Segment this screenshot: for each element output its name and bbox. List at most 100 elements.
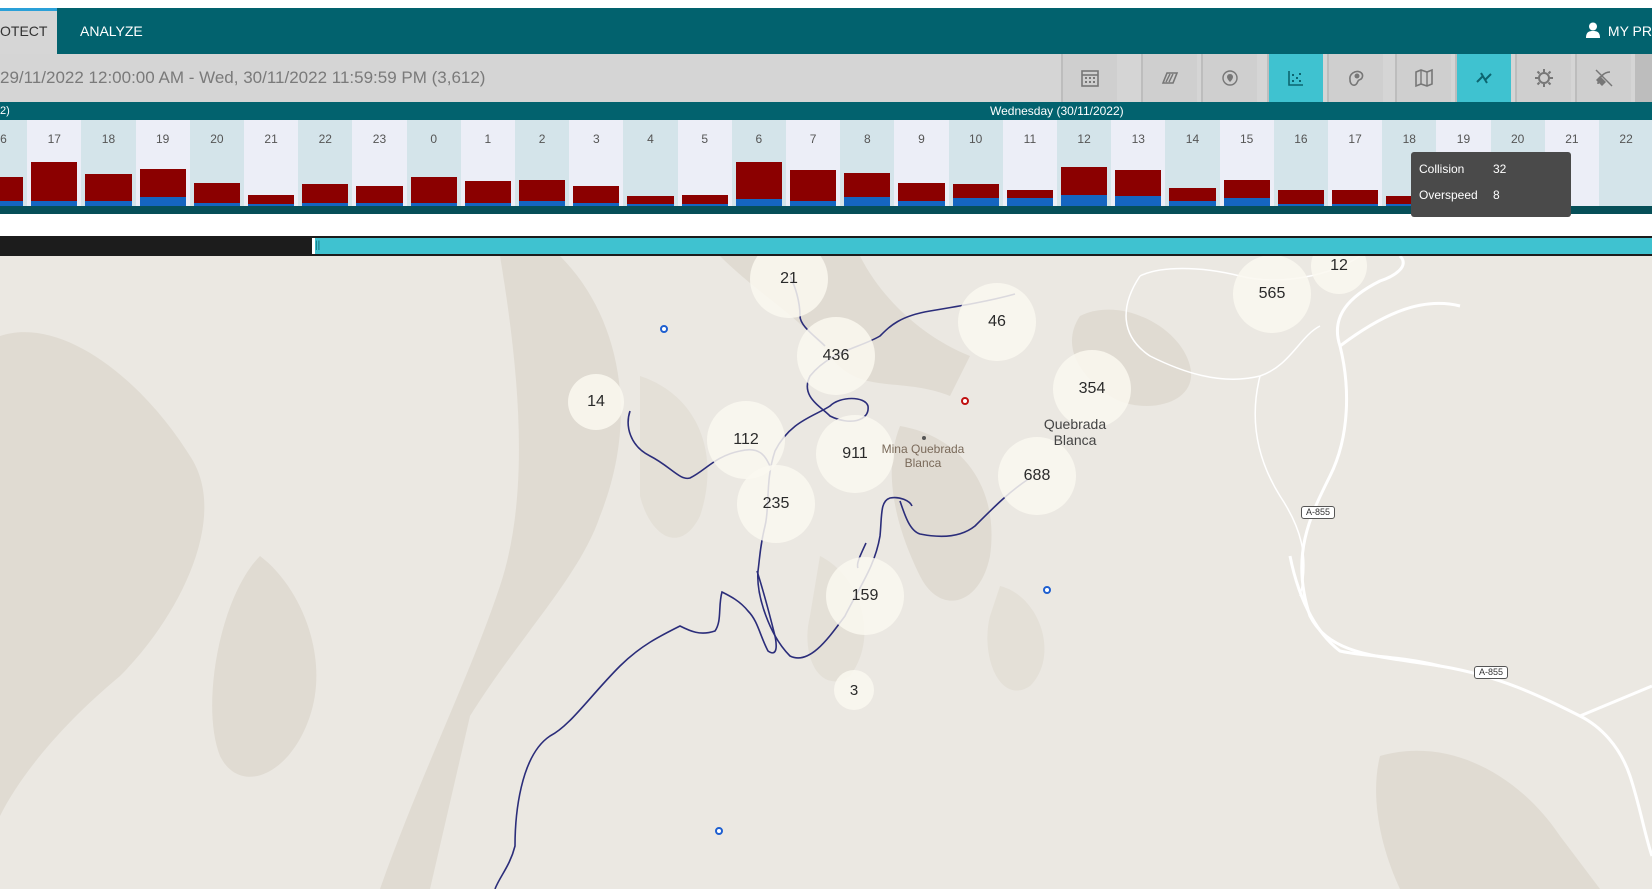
hour-chart-baseline <box>0 206 1652 214</box>
hour-column[interactable]: 7 <box>786 120 841 206</box>
hour-label: 20 <box>210 132 224 146</box>
tab-protect[interactable]: OTECT <box>0 8 57 54</box>
hour-column[interactable]: 21 <box>244 120 299 206</box>
map-icon <box>1415 68 1433 88</box>
scatter-chart-icon <box>1288 71 1303 86</box>
hour-column[interactable]: 5 <box>677 120 732 206</box>
overspeed-bar[interactable] <box>735 198 782 206</box>
event-pin[interactable] <box>660 325 668 333</box>
location-pin-icon <box>1222 70 1238 86</box>
overspeed-bar[interactable] <box>139 196 186 206</box>
tooltip-overspeed-value: 8 <box>1493 188 1500 202</box>
hour-column[interactable]: 22 <box>298 120 353 206</box>
scatter-chart-button[interactable] <box>1267 54 1323 102</box>
tooltip-collision-value: 32 <box>1493 162 1507 176</box>
hour-label: 16 <box>1294 132 1308 146</box>
tab-analyze[interactable]: ANALYZE <box>62 8 162 54</box>
hour-column[interactable]: 12 <box>1057 120 1112 206</box>
map-view[interactable]: 21 565 12 46 436 14 354 112 911 688 235 … <box>0 256 1652 889</box>
time-scrubber[interactable]: || <box>0 236 1652 256</box>
route-icon <box>1476 72 1492 84</box>
hour-column[interactable]: 18 <box>81 120 136 206</box>
hour-column[interactable]: 9 <box>894 120 949 206</box>
layers-button[interactable] <box>1141 54 1197 102</box>
hour-label: 1 <box>484 132 492 146</box>
overspeed-bar[interactable] <box>1061 194 1108 206</box>
map-button[interactable] <box>1395 54 1451 102</box>
toolbar-edge <box>1635 54 1652 102</box>
hour-column[interactable]: 11 <box>1002 120 1057 206</box>
hour-label: 22 <box>1619 132 1633 146</box>
hour-column[interactable]: 17 <box>1328 120 1383 206</box>
cluster-marker[interactable]: 565 <box>1233 256 1311 333</box>
hour-label: 21 <box>264 132 278 146</box>
hour-column[interactable]: 1 <box>460 120 515 206</box>
overspeed-bar[interactable] <box>1006 198 1053 206</box>
date-range-text[interactable]: 29/11/2022 12:00:00 AM - Wed, 30/11/2022… <box>0 54 485 102</box>
satellite-button[interactable] <box>1575 54 1631 102</box>
hour-column[interactable]: 16 <box>1273 120 1328 206</box>
hour-label: 15 <box>1240 132 1254 146</box>
hour-label: 9 <box>918 132 925 146</box>
my-profile-menu[interactable]: MY PR <box>1585 8 1652 54</box>
hour-label: 21 <box>1565 132 1579 146</box>
calendar-button[interactable] <box>1061 54 1117 102</box>
hour-label: 4 <box>647 132 654 146</box>
hour-label: 7 <box>809 132 817 146</box>
collision-bar[interactable] <box>31 161 78 206</box>
hourly-event-chart[interactable]: 1617181920212223012345678910111213141516… <box>0 120 1652 206</box>
hour-column[interactable]: 22 <box>1599 120 1652 206</box>
top-nav-bar <box>0 8 1652 54</box>
cluster-marker[interactable]: 436 <box>797 317 875 395</box>
route-button[interactable] <box>1455 54 1511 102</box>
hour-column[interactable]: 0 <box>406 120 461 206</box>
hour-label: 20 <box>1511 132 1525 146</box>
hour-column[interactable]: 2 <box>515 120 570 206</box>
place-dot <box>922 436 926 440</box>
chart-tooltip: Collision 32 Overspeed 8 <box>1411 152 1571 217</box>
overspeed-bar[interactable] <box>952 197 999 206</box>
collision-bar[interactable] <box>410 177 457 206</box>
hour-label: 0 <box>430 132 438 146</box>
hour-column[interactable]: 20 <box>189 120 244 206</box>
cluster-marker[interactable]: 14 <box>568 374 624 430</box>
scrubber-handle[interactable]: || <box>315 240 320 252</box>
hour-label: 19 <box>1456 132 1471 146</box>
hour-column[interactable]: 3 <box>569 120 624 206</box>
event-pin[interactable] <box>1043 586 1051 594</box>
cluster-marker[interactable]: 159 <box>826 557 904 635</box>
hour-column[interactable]: 13 <box>1111 120 1166 206</box>
hour-column[interactable]: 23 <box>352 120 407 206</box>
hour-label: 14 <box>1185 132 1200 146</box>
event-pin-alert[interactable] <box>961 397 969 405</box>
hour-label: 3 <box>592 132 600 146</box>
overspeed-bar[interactable] <box>1223 198 1270 206</box>
settings-button[interactable] <box>1515 54 1571 102</box>
cluster-marker[interactable]: 46 <box>958 283 1036 361</box>
hour-column[interactable]: 17 <box>27 120 82 206</box>
cluster-marker[interactable]: 688 <box>998 437 1076 515</box>
overspeed-bar[interactable] <box>1115 195 1162 206</box>
hour-column[interactable]: 10 <box>948 120 1003 206</box>
hour-column[interactable]: 15 <box>1219 120 1274 206</box>
hour-column[interactable]: 8 <box>840 120 895 206</box>
overspeed-bar[interactable] <box>844 196 891 206</box>
hour-column[interactable]: 16 <box>0 120 28 206</box>
calendar-icon <box>1081 70 1099 87</box>
event-pin[interactable] <box>715 827 723 835</box>
top-accent-line <box>0 0 1652 8</box>
cluster-marker[interactable]: 235 <box>737 465 815 543</box>
collision-bar[interactable] <box>464 181 511 206</box>
heatmap-button[interactable] <box>1327 54 1383 102</box>
scrubber-selected-range[interactable] <box>312 238 1652 254</box>
hour-column[interactable]: 4 <box>623 120 678 206</box>
hour-column[interactable]: 14 <box>1165 120 1220 206</box>
current-day-label: Wednesday (30/11/2022) <box>990 104 1124 118</box>
location-button[interactable] <box>1201 54 1257 102</box>
tooltip-collision-label: Collision <box>1419 162 1465 176</box>
previous-day-label: 2) <box>0 105 10 117</box>
hour-column[interactable]: 6 <box>731 120 786 206</box>
hour-column[interactable]: 19 <box>135 120 190 206</box>
cluster-marker[interactable]: 3 <box>834 670 874 710</box>
layers-icon <box>1161 72 1179 84</box>
